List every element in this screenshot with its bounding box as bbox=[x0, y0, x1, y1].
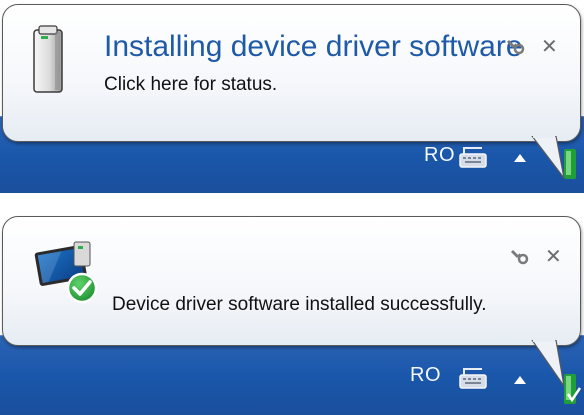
show-hidden-icons-arrow[interactable] bbox=[514, 376, 526, 384]
device-tower-icon bbox=[33, 25, 63, 93]
notification-title[interactable]: Installing device driver software bbox=[104, 30, 523, 64]
options-wrench-icon[interactable] bbox=[506, 36, 526, 56]
keyboard-icon[interactable] bbox=[458, 145, 488, 169]
options-wrench-icon[interactable] bbox=[510, 246, 530, 266]
taskbar: RO bbox=[0, 335, 584, 415]
installed-notification-panel: RO Device driver software installed succ… bbox=[0, 210, 584, 415]
language-indicator[interactable]: RO bbox=[410, 364, 441, 387]
notification-message[interactable]: Device driver software installed success… bbox=[112, 294, 487, 316]
language-indicator[interactable]: RO bbox=[424, 144, 455, 167]
keyboard-icon[interactable] bbox=[458, 366, 488, 390]
close-icon[interactable]: ✕ bbox=[545, 246, 562, 266]
close-icon[interactable]: ✕ bbox=[541, 36, 558, 56]
show-hidden-icons-arrow[interactable] bbox=[514, 154, 526, 162]
installing-notification-panel: RO Installing device driver software Cli… bbox=[0, 0, 584, 193]
device-installed-check-icon bbox=[34, 241, 98, 304]
balloon-tail bbox=[531, 136, 565, 179]
notification-balloon[interactable] bbox=[2, 4, 581, 142]
balloon-tail bbox=[531, 340, 565, 387]
notification-message[interactable]: Click here for status. bbox=[104, 74, 277, 96]
